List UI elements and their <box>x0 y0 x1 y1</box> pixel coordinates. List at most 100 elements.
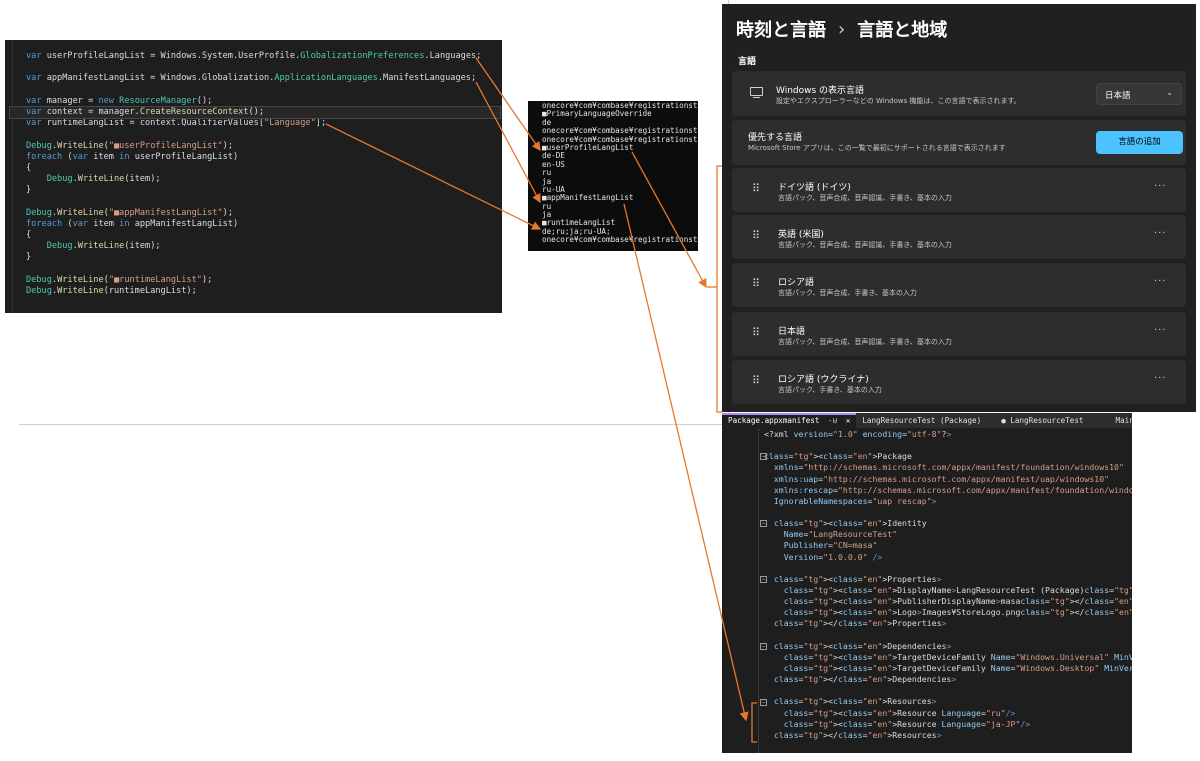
xml-line: xmlns:uap="http://schemas.microsoft.com/… <box>773 473 1110 484</box>
xml-lines: <?xml version="1.0" encoding="utf-8"?> cl… <box>764 429 1132 753</box>
xml-line <box>764 507 1132 518</box>
console-line: en-US <box>542 159 565 169</box>
language-features: 言語パック、音声合成、音声認識、手書き、基本の入力 <box>778 338 952 346</box>
xml-line: <?xml version="1.0" encoding="utf-8"?> <box>764 429 952 439</box>
code-gutter <box>5 40 13 313</box>
drag-handle-icon[interactable]: ⠿ <box>752 277 760 290</box>
console-line: ■appManifestLangList <box>542 193 634 203</box>
breadcrumb-parent[interactable]: 時刻と言語 <box>736 16 826 42</box>
fold-toggle-icon[interactable]: − <box>760 642 767 650</box>
fold-toggle-icon[interactable]: − <box>760 520 767 528</box>
code-lines: var userProfileLangList = Windows.System… <box>9 51 501 297</box>
xml-line: class="tg"><class="en">Properties> <box>773 573 942 584</box>
editor-tabbar: Package.appxmanifest -⊎ ✕ LangResourceTe… <box>722 413 1132 428</box>
chevron-down-icon: ⌄ <box>1166 88 1173 97</box>
console-line: de-DE <box>542 151 565 161</box>
code-line: foreach (var item in userProfileLangList… <box>26 151 239 162</box>
display-language-dropdown[interactable]: 日本語 ⌄ <box>1096 83 1182 105</box>
console-line: ■PrimaryLanguageOverride <box>542 109 652 119</box>
xml-line: class="tg"><class="en">TargetDeviceFamil… <box>783 662 1132 673</box>
xml-line: Version="1.0.0.0" /> <box>783 551 883 562</box>
xml-line: class="tg"><class="en">Dependencies> <box>773 640 952 651</box>
more-options-icon[interactable]: ··· <box>1154 276 1167 287</box>
console-line: ■userProfileLangList <box>542 142 634 152</box>
language-name: ロシア語 <box>778 278 815 288</box>
code-line: Debug.WriteLine(item); <box>46 241 161 252</box>
xml-line: Publisher="CN=masa" <box>783 540 878 551</box>
language-item[interactable]: ⠿ ロシア語 (ウクライナ) 言語パック、手書き、基本の入力 ··· <box>732 360 1186 404</box>
language-name: 英語 (米国) <box>778 230 824 240</box>
tab-label: ● LangResourceTest <box>1001 416 1084 425</box>
language-name: 日本語 <box>778 327 806 337</box>
section-title: 言語 <box>738 57 757 67</box>
more-options-icon[interactable]: ··· <box>1154 181 1167 192</box>
drag-handle-icon[interactable]: ⠿ <box>752 229 760 242</box>
xml-line: Name="LangResourceTest" <box>783 529 898 540</box>
tab-langresourcetest-package[interactable]: LangResourceTest (Package) <box>856 413 987 428</box>
xml-line <box>764 563 1132 574</box>
code-line: Debug.WriteLine("■runtimeLangList"); <box>26 274 213 285</box>
xml-line <box>764 741 1132 752</box>
xml-line <box>764 630 1132 641</box>
language-item[interactable]: ⠿ ロシア語 言語パック、音声合成、手書き、基本の入力 ··· <box>732 263 1186 307</box>
tab-package-appxmanifest[interactable]: Package.appxmanifest -⊎ ✕ <box>722 413 857 428</box>
code-line: { <box>26 162 32 173</box>
code-line: } <box>26 252 32 263</box>
manifest-editor[interactable]: Package.appxmanifest -⊎ ✕ LangResourceTe… <box>722 413 1132 753</box>
xml-line: class="tg"><class="en">PublisherDisplayN… <box>783 596 1132 607</box>
more-options-icon[interactable]: ··· <box>1154 325 1167 336</box>
debug-output-console: onecore¥com¥combase¥registrationstore¥ ■P… <box>528 101 698 251</box>
language-item[interactable]: ⠿ 日本語 言語パック、音声合成、音声認識、手書き、基本の入力 ··· <box>732 312 1186 356</box>
code-line: Debug.WriteLine("■userProfileLangList"); <box>26 140 234 151</box>
code-line: Debug.WriteLine(item); <box>46 174 161 185</box>
code-line: var appManifestLangList = Windows.Global… <box>26 73 477 84</box>
language-name: ロシア語 (ウクライナ) <box>778 375 869 385</box>
display-language-title: Windows の表示言語 <box>776 86 865 96</box>
tab-langresourcetest[interactable]: ● LangResourceTest <box>995 413 1089 428</box>
fold-toggle-icon[interactable]: − <box>760 453 767 461</box>
console-line: ru <box>542 201 552 211</box>
code-line: var manager = new ResourceManager(); <box>26 95 213 106</box>
code-line: { <box>26 230 32 240</box>
close-icon[interactable]: ✕ <box>846 416 851 425</box>
fold-toggle-icon[interactable]: − <box>760 698 767 706</box>
page-title: 言語と地域 <box>857 20 948 41</box>
code-line: var userProfileLangList = Windows.System… <box>26 51 482 61</box>
xml-line: class="tg"><class="en">Resource Language… <box>783 707 1016 718</box>
breadcrumb: 時刻と言語 › 言語と地域 <box>736 16 947 42</box>
add-language-button[interactable]: 言語の追加 <box>1096 131 1183 154</box>
xml-line: class="tg"><class="en">TargetDeviceFamil… <box>783 651 1132 662</box>
drag-handle-icon[interactable]: ⠿ <box>752 374 760 387</box>
language-item[interactable]: ⠿ 英語 (米国) 言語パック、音声合成、音声認識、手書き、基本の入力 ··· <box>732 215 1186 259</box>
language-features: 言語パック、音声合成、音声認識、手書き、基本の入力 <box>778 194 952 202</box>
dropdown-value: 日本語 <box>1105 91 1131 101</box>
display-language-card: Windows の表示言語 設定やエクスプローラーなどの Windows 機能は… <box>732 71 1186 116</box>
code-line: var context = manager.CreateResourceCont… <box>9 105 501 120</box>
tab-label: MainWindow.xaml <box>1115 416 1133 425</box>
language-features: 言語パック、音声合成、手書き、基本の入力 <box>778 289 917 297</box>
preferred-languages-title: 優先する言語 <box>748 133 803 143</box>
drag-handle-icon[interactable]: ⠿ <box>752 326 760 339</box>
preferred-languages-card: 優先する言語 Microsoft Store アプリは、この一覧で最初にサポート… <box>732 120 1186 165</box>
language-features: 言語パック、手書き、基本の入力 <box>778 386 882 394</box>
xml-gutter <box>758 429 759 753</box>
more-options-icon[interactable]: ··· <box>1154 373 1167 384</box>
xml-line: IgnorableNamespaces="uap rescap"> <box>773 495 937 506</box>
xml-line: class="tg"><class="en">Resources> <box>773 696 937 707</box>
xml-line: class="tg"></class="en">Dependencies> <box>773 674 957 685</box>
code-line: foreach (var item in appManifestLangList… <box>26 218 239 229</box>
code-editor[interactable]: var userProfileLangList = Windows.System… <box>5 40 502 313</box>
xml-line: class="tg"><class="en">DisplayName>LangR… <box>783 584 1132 595</box>
monitor-icon <box>750 87 763 99</box>
drag-handle-icon[interactable]: ⠿ <box>752 182 760 195</box>
fold-toggle-icon[interactable]: − <box>760 575 767 583</box>
language-item[interactable]: ⠿ ドイツ語 (ドイツ) 言語パック、音声合成、音声認識、手書き、基本の入力 ··· <box>732 168 1186 212</box>
tab-mainwindow-xaml[interactable]: MainWindow.xaml <box>1110 413 1133 428</box>
more-options-icon[interactable]: ··· <box>1154 228 1167 239</box>
tab-label: LangResourceTest (Package) <box>862 416 982 425</box>
console-line: ja <box>542 176 552 186</box>
xml-line: class="tg"><class="en">Applications> <box>764 752 1132 753</box>
xml-line: class="tg"></class="en">Properties> <box>773 618 947 629</box>
